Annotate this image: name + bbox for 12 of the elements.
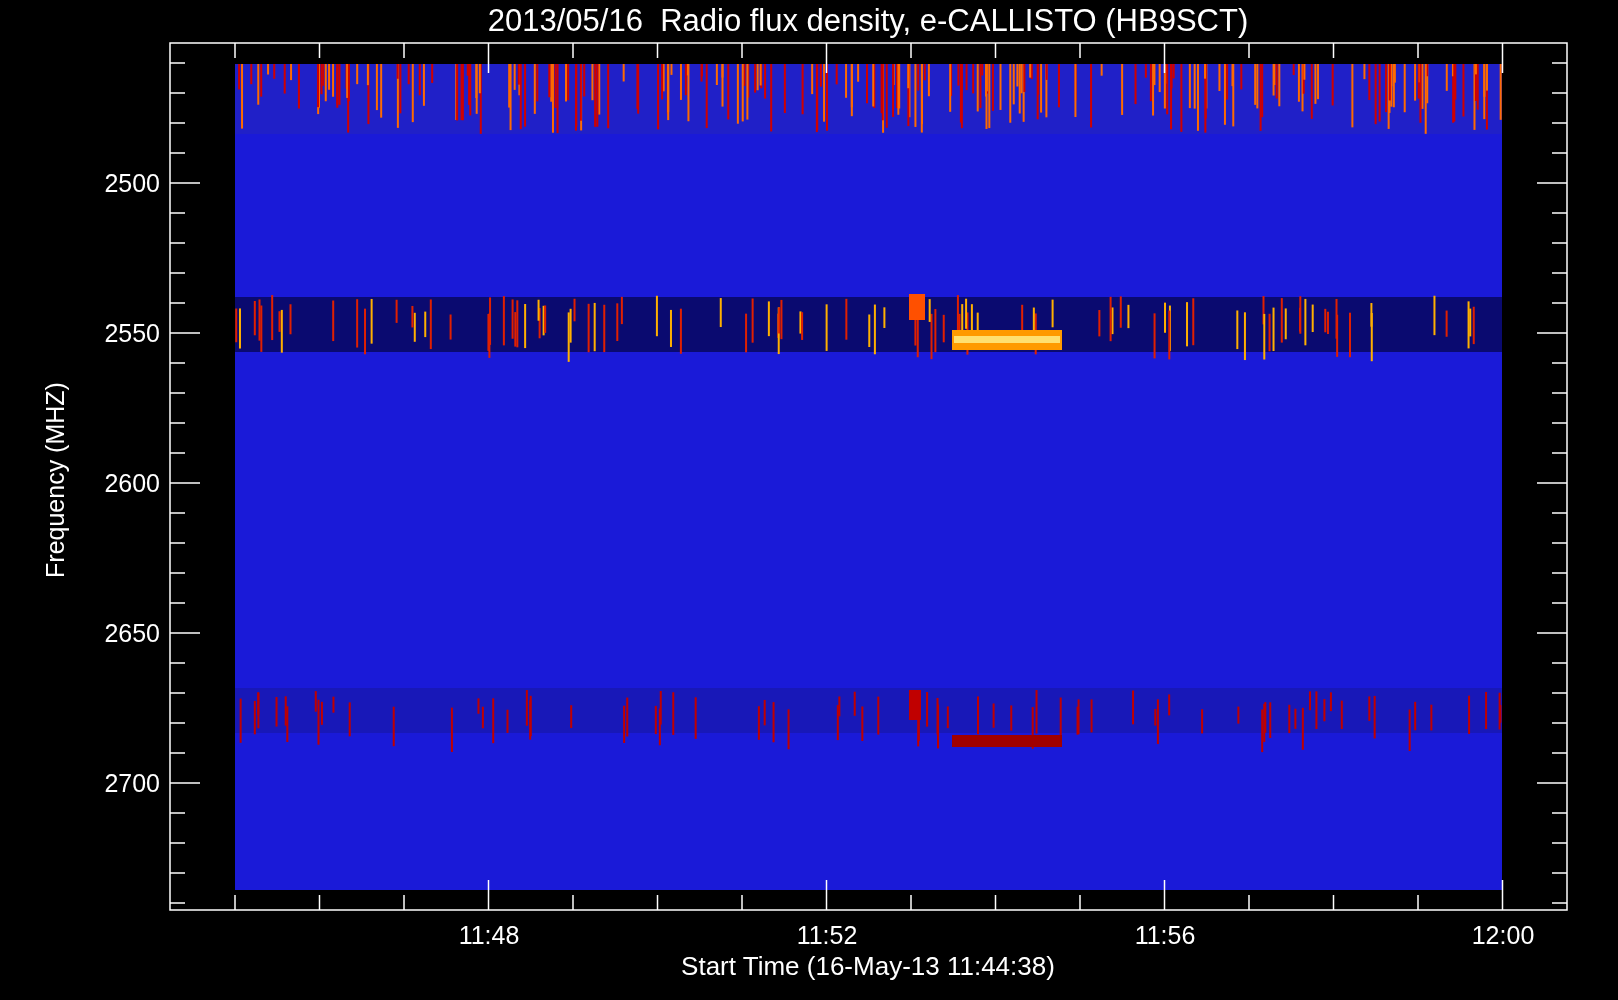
y-tick-label: 2700 xyxy=(104,769,160,797)
x-tick-label: 11:56 xyxy=(1134,921,1196,949)
y-tick-label: 2500 xyxy=(104,169,160,197)
y-tick-label: 2600 xyxy=(104,469,160,497)
x-tick-label: 11:52 xyxy=(796,921,858,949)
y-tick-label: 2550 xyxy=(104,319,160,347)
y-tick-label: 2650 xyxy=(104,619,160,647)
x-tick-label: 12:00 xyxy=(1471,921,1535,949)
x-axis-label: Start Time (16-May-13 11:44:38) xyxy=(681,951,1055,981)
y-axis-label: Frequency (MHZ) xyxy=(41,382,69,578)
x-tick-label: 11:48 xyxy=(458,921,520,949)
chart-title: 2013/05/16 Radio flux density, e-CALLISTO (HB9SCT) xyxy=(487,3,1249,38)
